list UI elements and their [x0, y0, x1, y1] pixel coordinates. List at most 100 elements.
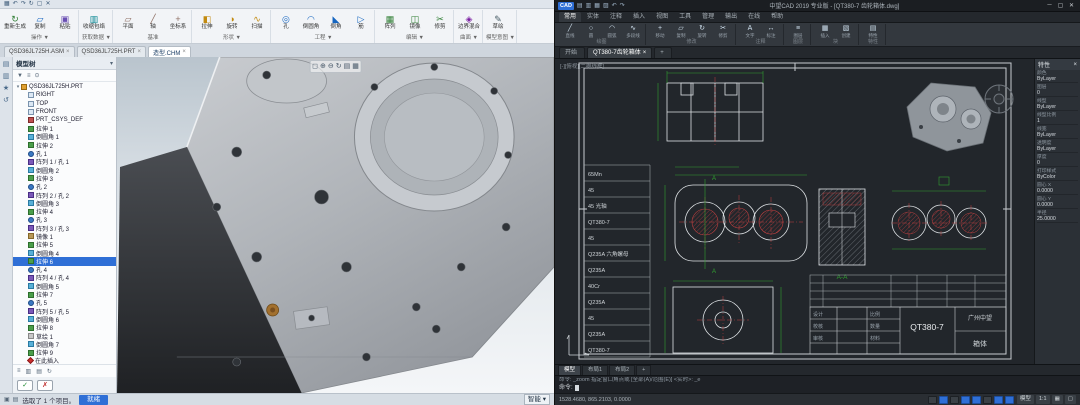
- hole-icon[interactable]: ◎孔: [274, 10, 298, 34]
- close-button[interactable]: ✕: [1066, 2, 1077, 9]
- model-space-button[interactable]: 模型: [1017, 395, 1034, 404]
- minimize-button[interactable]: ─: [1044, 2, 1055, 9]
- tree-item[interactable]: 阵列 2 / 孔 2: [13, 191, 116, 199]
- property-row[interactable]: 线宽 ByLayer: [1037, 127, 1078, 139]
- close-tab-icon[interactable]: ×: [137, 49, 141, 55]
- layout-tab[interactable]: +: [636, 365, 651, 376]
- selection-filter-dropdown[interactable]: 智能 ▾: [524, 394, 550, 405]
- file-tab[interactable]: 开始: [559, 47, 585, 58]
- tree-footer-button[interactable]: ↻: [47, 368, 52, 375]
- qa-button[interactable]: ↷: [21, 0, 26, 8]
- file-tab[interactable]: +: [654, 47, 672, 58]
- datum-plane-icon[interactable]: ▱平面: [116, 10, 140, 34]
- navigator-tab[interactable]: ★: [3, 84, 9, 92]
- graphics-tool-button[interactable]: ↻: [336, 62, 342, 71]
- close-tab-icon[interactable]: ×: [182, 49, 186, 55]
- snap-toggle[interactable]: [928, 396, 937, 404]
- ortho-toggle[interactable]: [950, 396, 959, 404]
- navigator-tab[interactable]: ▤: [3, 60, 10, 68]
- scale-button[interactable]: 1:1: [1036, 395, 1050, 404]
- layers-icon[interactable]: ≡图层: [788, 24, 808, 39]
- restore-button[interactable]: ▢: [1055, 2, 1066, 9]
- qa-button[interactable]: ▥: [586, 2, 592, 9]
- layout-tab[interactable]: 布局1: [582, 365, 608, 376]
- tree-item[interactable]: 倒圆角 7: [13, 340, 116, 348]
- property-row[interactable]: 透明度 ByLayer: [1037, 141, 1078, 153]
- qa-button[interactable]: ▤: [577, 2, 583, 9]
- tree-item[interactable]: 在此插入: [13, 357, 116, 364]
- round-icon[interactable]: ◠倒圆角: [299, 10, 323, 34]
- chamfer-icon[interactable]: ◣倒角: [324, 10, 348, 34]
- tree-item[interactable]: 阵列 1 / 孔 1: [13, 158, 116, 166]
- layout-tab[interactable]: 模型: [558, 365, 581, 376]
- sweep-icon[interactable]: ∿扫描: [245, 10, 269, 34]
- extrude-icon[interactable]: ◧拉伸: [195, 10, 219, 34]
- close-tab-icon[interactable]: ×: [66, 49, 70, 55]
- ribbon-tab[interactable]: 插入: [628, 12, 650, 22]
- property-row[interactable]: 线型比例 1: [1037, 113, 1078, 125]
- app-logo[interactable]: CAD: [558, 2, 574, 10]
- ribbon-tab[interactable]: 视图: [651, 12, 673, 22]
- tree-item[interactable]: 镜像 1: [13, 232, 116, 240]
- navigator-tab[interactable]: ▥: [3, 72, 10, 80]
- tree-item[interactable]: 拉伸 5: [13, 241, 116, 249]
- lineweight-toggle[interactable]: [994, 396, 1003, 404]
- rotate-icon[interactable]: ↻旋转: [692, 24, 712, 39]
- qa-button[interactable]: ↶: [612, 2, 617, 9]
- regenerate-icon[interactable]: ↻重新生成: [3, 10, 27, 34]
- qa-button[interactable]: ▢: [37, 0, 43, 8]
- polyline-icon[interactable]: ∿多段线: [623, 24, 643, 39]
- tree-item[interactable]: 拉伸 8: [13, 324, 116, 332]
- document-tab[interactable]: 造型.CHM×: [148, 46, 191, 57]
- feature-ok-button[interactable]: ✓: [17, 380, 33, 391]
- tree-tool-button[interactable]: ▼: [17, 73, 23, 79]
- tree-item[interactable]: 拉伸 2: [13, 141, 116, 149]
- tree-item[interactable]: 拉伸 1: [13, 124, 116, 132]
- document-tab[interactable]: QSD36JL725H.ASM×: [4, 46, 75, 57]
- qa-button[interactable]: ↷: [620, 2, 625, 9]
- otrack-toggle[interactable]: [983, 396, 992, 404]
- status-icon[interactable]: ▣: [4, 396, 10, 403]
- tree-item[interactable]: 倒圆角 4: [13, 249, 116, 257]
- tree-menu-icon[interactable]: ▾: [110, 60, 113, 67]
- viewport-controls-label[interactable]: [-][俯视][二维线框]: [560, 62, 604, 70]
- fullscreen-button[interactable]: ▢: [1065, 395, 1076, 404]
- tree-footer-button[interactable]: ▥: [26, 368, 32, 375]
- mirror-icon[interactable]: ◫镜像: [403, 10, 427, 34]
- tree-item[interactable]: 草绘 1: [13, 332, 116, 340]
- tree-item[interactable]: 拉伸 6: [13, 257, 116, 265]
- property-row[interactable]: 圆心 Y 0.0000: [1037, 197, 1078, 209]
- layout-tab[interactable]: 布局2: [609, 365, 635, 376]
- document-tab[interactable]: QSD36JL725H.PRT×: [77, 46, 146, 57]
- 3d-viewport[interactable]: ◻⊕⊖↻▤▦: [117, 57, 554, 393]
- command-line[interactable]: 命令: _zoom 指定窗口角点或 [全部(A)/范围(E)] <实时>: _e…: [555, 375, 1080, 393]
- navigator-tab[interactable]: ↺: [3, 96, 9, 104]
- tree-item[interactable]: FRONT: [13, 108, 116, 116]
- status-icon[interactable]: ▤: [13, 396, 19, 403]
- move-icon[interactable]: +移动: [650, 24, 670, 39]
- qa-button[interactable]: ✕: [45, 0, 50, 8]
- tree-item[interactable]: 阵列 5 / 孔 5: [13, 307, 116, 315]
- close-panel-icon[interactable]: ×: [1073, 62, 1077, 68]
- ribbon-tab[interactable]: 实体: [582, 12, 604, 22]
- tree-item[interactable]: ▾ QSD36JL725H.PRT: [13, 83, 116, 91]
- tree-item[interactable]: 倒圆角 2: [13, 166, 116, 174]
- view-compass[interactable]: [985, 85, 1013, 113]
- sketch-icon[interactable]: ✎草绘: [486, 10, 510, 34]
- qa-button[interactable]: ▦: [4, 0, 10, 8]
- tree-item[interactable]: 阵列 3 / 孔 3: [13, 224, 116, 232]
- properties-icon[interactable]: ▤特性: [863, 24, 883, 39]
- tree-item[interactable]: 倒圆角 3: [13, 199, 116, 207]
- copy-icon[interactable]: ▱复制: [671, 24, 691, 39]
- qa-button[interactable]: ▨: [603, 2, 609, 9]
- ribbon-tab[interactable]: 工具: [674, 12, 696, 22]
- tree-item[interactable]: 倒圆角 5: [13, 282, 116, 290]
- tree-item[interactable]: 倒圆角 6: [13, 315, 116, 323]
- trim-icon[interactable]: ✂修剪: [713, 24, 733, 39]
- tree-item[interactable]: RIGHT: [13, 91, 116, 99]
- create-block-icon[interactable]: ▧创建: [836, 24, 856, 39]
- circle-icon[interactable]: ○圆: [581, 24, 601, 39]
- text-icon[interactable]: A文字: [740, 24, 760, 39]
- tree-item[interactable]: 拉伸 9: [13, 349, 116, 357]
- property-row[interactable]: 厚度 0: [1037, 155, 1078, 167]
